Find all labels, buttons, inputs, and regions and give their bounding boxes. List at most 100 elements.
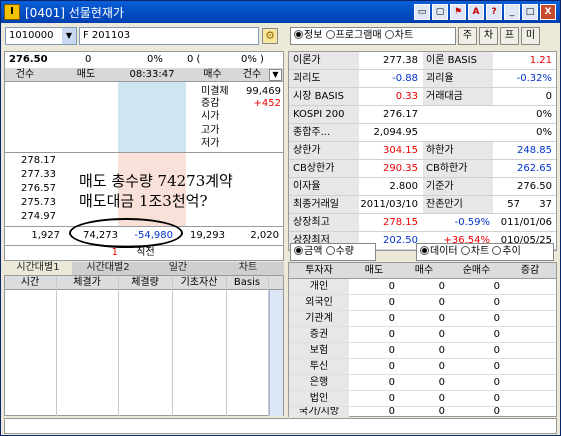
info-label: 잔존만기 [423, 196, 493, 213]
unit-radio-group: 금액 수량 [290, 243, 376, 261]
grid-line [172, 276, 173, 416]
radio-qty[interactable]: 수량 [325, 246, 354, 257]
window-icon[interactable]: ▢ [432, 4, 448, 20]
info-value: 276.17 [383, 109, 418, 120]
info-value: 2011/03/10 [360, 199, 418, 210]
chevron-down-icon[interactable]: ▼ [269, 69, 282, 81]
window: I [0401] 선물현재가 ▭ ▢ ⚑ A ? _ □ X 1010000 ▼… [0, 0, 561, 436]
investor-net: 0 [493, 345, 500, 356]
unsettled-button[interactable]: 미 [521, 27, 540, 45]
info-row: 이자율 2.800 기준가 276.50 [289, 178, 556, 196]
table-row: 은행 0 0 0 [289, 375, 556, 391]
info-row: 최종거래일 2011/03/10 잔존만기 57 37 [289, 196, 556, 214]
minimize-button[interactable]: _ [504, 4, 520, 20]
info-value: 0% [536, 109, 552, 120]
title-bar: I [0401] 선물현재가 ▭ ▢ ⚑ A ? _ □ X [1, 1, 560, 23]
grid-line [118, 276, 119, 416]
volume: 0 ( [187, 54, 201, 65]
info-row: 상장최고 278.15 -0.59% 011/01/06 [289, 214, 556, 232]
grid-header: 시간 체결가 체결량 기초자산 Basis [5, 276, 283, 290]
radio-icon [294, 246, 303, 255]
investor-name: 보험 [289, 343, 349, 358]
investor-buy: 0 [438, 329, 445, 340]
investor-buy: 0 [438, 297, 445, 308]
col-time: 시간 [20, 277, 40, 288]
info-value: -0.88 [392, 73, 418, 84]
status-bar [4, 418, 557, 434]
investor-net: 0 [493, 329, 500, 340]
radio-trend[interactable]: 추이 [492, 246, 521, 257]
radio-amount[interactable]: 금액 [294, 246, 322, 257]
tab-daily[interactable]: 일간 [144, 262, 212, 275]
radio-icon [325, 30, 335, 39]
font-icon[interactable]: A [468, 4, 484, 20]
col-qty: 체결량 [131, 277, 159, 288]
tab-chart[interactable]: 차트 [214, 262, 282, 275]
investor-net: 0 [493, 407, 500, 417]
close-button[interactable]: X [540, 4, 556, 20]
chart-button[interactable]: 차 [479, 27, 498, 45]
info-value: 0% [536, 127, 552, 138]
col-sell: 매도 [364, 265, 384, 276]
investor-name: 은행 [289, 375, 349, 390]
info-label: 기준가 [423, 178, 493, 195]
radio-chart[interactable]: 차트 [384, 30, 413, 41]
grid-line [56, 276, 57, 416]
gear-icon[interactable]: ⚙ [262, 28, 278, 44]
program-button[interactable]: 프 [500, 27, 519, 45]
info-label: 종합주... [289, 124, 359, 141]
tab-time1[interactable]: 시간대별1 [4, 262, 72, 275]
vertical-scrollbar[interactable] [269, 290, 283, 416]
stock-button[interactable]: 주 [458, 27, 477, 45]
info-label: 상한가 [289, 142, 359, 159]
investor-buy: 0 [438, 361, 445, 372]
table-row: 투신 0 0 0 [289, 359, 556, 375]
radio-icon [384, 30, 394, 39]
info-label: 상장최고 [289, 214, 359, 231]
radio-program[interactable]: 프로그램매 [325, 30, 382, 41]
radio-icon [325, 246, 335, 255]
col-basis: Basis [233, 277, 261, 288]
info-value: 2.800 [389, 181, 418, 192]
info-label: 이자율 [289, 178, 359, 195]
maximize-button[interactable]: □ [522, 4, 538, 20]
info-label: 이론가 [289, 52, 359, 69]
tab-time2[interactable]: 시간대별2 [74, 262, 142, 275]
help-icon[interactable]: ? [486, 4, 502, 20]
info-value: -0.32% [516, 73, 552, 84]
table-row: 국가/지방 0 0 0 [289, 407, 556, 417]
info-label: CB상한가 [289, 160, 359, 177]
radio-info[interactable]: 정보 [294, 30, 322, 41]
app-icon: I [4, 4, 20, 20]
highlight-ellipse [69, 218, 183, 248]
volume-pct: 0% ) [241, 54, 264, 65]
price-change-pct: 0% [147, 54, 163, 65]
investor-sell: 0 [388, 345, 395, 356]
radio-data[interactable]: 데이터 [420, 246, 458, 257]
table-row: 법인 0 0 0 [289, 391, 556, 407]
info-value: 2,094.95 [373, 127, 418, 138]
oi-change: +452 [253, 98, 281, 109]
chevron-down-icon[interactable]: ▼ [62, 28, 76, 44]
investor-sell: 0 [388, 281, 395, 292]
flag-icon[interactable]: ⚑ [450, 4, 466, 20]
layout-icon[interactable]: ▭ [414, 4, 430, 20]
header-ask: 매도 [76, 69, 96, 80]
title-buttons: ▭ ▢ ⚑ A ? _ □ X [412, 4, 556, 20]
investor-buy: 0 [438, 407, 445, 417]
info-value: 57 [507, 199, 520, 210]
header-bid: 매수 [203, 69, 222, 80]
info-value: 011/01/06 [500, 217, 552, 228]
info-row: 종합주... 2,094.95 0% [289, 124, 556, 142]
table-row: 보험 0 0 0 [289, 343, 556, 359]
total-bid-count: 2,020 [250, 230, 279, 241]
investor-buy: 0 [438, 313, 445, 324]
contract-field[interactable]: F 201103 [79, 27, 259, 45]
info-value: 37 [539, 199, 552, 210]
investor-name: 국가/지방 [289, 407, 349, 417]
investor-net: 0 [493, 297, 500, 308]
table-row: 외국인 0 0 0 [289, 295, 556, 311]
code-select[interactable]: 1010000 ▼ [5, 27, 77, 45]
radio-chart-view[interactable]: 차트 [460, 246, 489, 257]
investor-name: 투신 [289, 359, 349, 374]
